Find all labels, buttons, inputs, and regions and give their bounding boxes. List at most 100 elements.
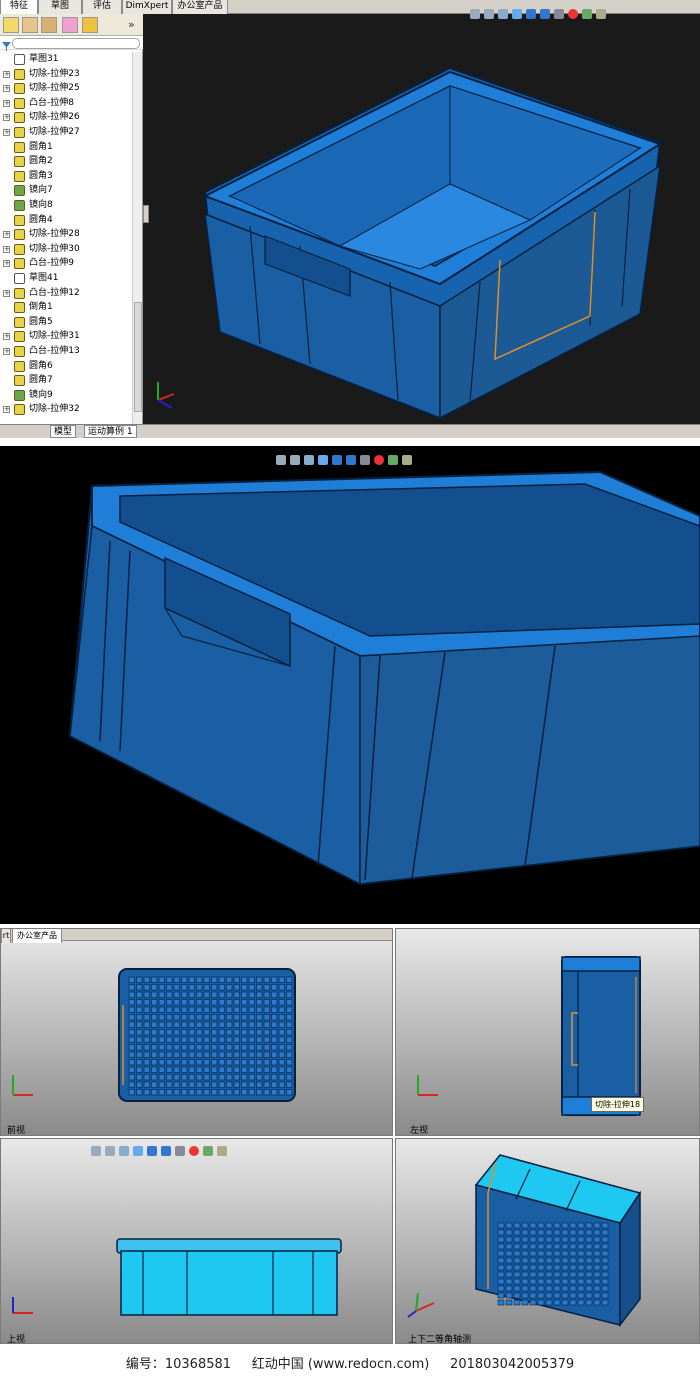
grid-cell: [585, 1250, 593, 1257]
tab-dimxpert-partial[interactable]: rt: [1, 929, 11, 943]
display-manager-icon[interactable]: [82, 17, 98, 33]
expand-toggle-icon[interactable]: +: [3, 70, 10, 78]
tree-item[interactable]: + 切除-拉伸31: [0, 329, 132, 344]
grid-cell: [278, 991, 285, 998]
expand-toggle-icon[interactable]: +: [3, 129, 10, 136]
grid-cell: [537, 1299, 545, 1306]
expand-toggle-icon[interactable]: +: [3, 406, 10, 414]
tree-item[interactable]: + 切除-拉伸27: [0, 125, 132, 140]
display-style-icon[interactable]: [346, 455, 356, 465]
grid-cell: [128, 1051, 135, 1058]
grid-cell: [537, 1257, 545, 1264]
viewport-front[interactable]: rt 办公室产品 前视: [0, 928, 393, 1136]
grid-cell: [601, 1229, 609, 1236]
previous-view-icon[interactable]: [119, 1146, 129, 1156]
grid-cell: [128, 999, 135, 1006]
tree-item[interactable]: + 切除-拉伸28: [0, 227, 132, 242]
view-orientation-icon[interactable]: [332, 455, 342, 465]
tab-office-products[interactable]: 办公室产品: [12, 929, 62, 943]
tree-item[interactable]: 镜向7: [0, 183, 132, 198]
tree-item[interactable]: 草图41: [0, 271, 132, 286]
tab-features[interactable]: 特征: [0, 0, 38, 14]
tab-sketch[interactable]: 草图: [38, 0, 82, 14]
section-view-icon[interactable]: [318, 455, 328, 465]
tree-item[interactable]: + 凸台-拉伸13: [0, 344, 132, 359]
scene-icon[interactable]: [203, 1146, 213, 1156]
tree-item[interactable]: + 凸台-拉伸9: [0, 256, 132, 271]
tree-item[interactable]: 镜向8: [0, 198, 132, 213]
configuration-manager-icon[interactable]: [41, 17, 57, 33]
hide-show-icon[interactable]: [175, 1146, 185, 1156]
viewport-top[interactable]: 上视: [0, 1138, 393, 1344]
view-settings-icon[interactable]: [402, 455, 412, 465]
appearance-icon[interactable]: [189, 1146, 199, 1156]
expand-toggle-icon[interactable]: +: [3, 99, 10, 107]
view-orientation-icon[interactable]: [147, 1146, 157, 1156]
tab-office-products[interactable]: 办公室产品: [172, 0, 228, 14]
tab-model[interactable]: 模型: [50, 425, 77, 438]
cad-window-top: 特征 草图 评估 DimXpert 办公室产品 » 草图31 + 切除-拉伸23…: [0, 0, 700, 438]
tree-item[interactable]: 倒角1: [0, 300, 132, 315]
panel-splitter-handle[interactable]: [143, 205, 149, 223]
appearance-icon[interactable]: [374, 455, 384, 465]
tree-item[interactable]: 草图31: [0, 52, 132, 67]
grid-cell: [181, 1021, 188, 1028]
grid-cell: [256, 1044, 263, 1051]
tree-item[interactable]: + 切除-拉伸26: [0, 110, 132, 125]
grid-cell: [248, 1044, 255, 1051]
grid-cell: [521, 1222, 529, 1229]
previous-view-icon[interactable]: [304, 455, 314, 465]
scene-icon[interactable]: [388, 455, 398, 465]
zoom-area-icon[interactable]: [290, 455, 300, 465]
tree-item[interactable]: + 切除-拉伸30: [0, 242, 132, 257]
tree-item[interactable]: 圆角6: [0, 359, 132, 374]
zoom-area-icon[interactable]: [105, 1146, 115, 1156]
tree-item[interactable]: + 切除-拉伸25: [0, 81, 132, 96]
dimxpert-manager-icon[interactable]: [62, 17, 78, 33]
tab-dimxpert[interactable]: DimXpert: [122, 0, 172, 14]
expand-toggle-icon[interactable]: +: [3, 348, 10, 355]
expand-toggle-icon[interactable]: +: [3, 333, 10, 341]
grid-cell: [537, 1271, 545, 1278]
feature-manager-icon[interactable]: [3, 17, 19, 33]
tree-scrollbar[interactable]: [132, 52, 142, 424]
zoom-fit-icon[interactable]: [91, 1146, 101, 1156]
tree-item[interactable]: + 切除-拉伸32: [0, 402, 132, 417]
tab-motion-study[interactable]: 运动算例 1: [84, 425, 137, 438]
tree-item[interactable]: 圆角5: [0, 315, 132, 330]
zoom-fit-icon[interactable]: [276, 455, 286, 465]
hide-show-icon[interactable]: [360, 455, 370, 465]
expand-panel-icon[interactable]: »: [128, 18, 135, 31]
filter-input[interactable]: [12, 38, 140, 49]
tab-evaluate[interactable]: 评估: [82, 0, 122, 14]
grid-cell: [497, 1250, 505, 1257]
property-manager-icon[interactable]: [22, 17, 38, 33]
expand-toggle-icon[interactable]: +: [3, 245, 10, 253]
tree-scrollbar-thumb[interactable]: [134, 302, 142, 412]
display-style-icon[interactable]: [161, 1146, 171, 1156]
grid-cell: [593, 1285, 601, 1292]
grid-cell: [196, 984, 203, 991]
tree-item[interactable]: + 凸台-拉伸8: [0, 96, 132, 111]
tree-item[interactable]: + 切除-拉伸23: [0, 67, 132, 82]
tree-item[interactable]: 镜向9: [0, 388, 132, 403]
viewport-left[interactable]: 切除-拉伸18 左视: [395, 928, 700, 1136]
grid-cell: [196, 1074, 203, 1081]
viewport-iso[interactable]: 上下二等角轴测: [395, 1138, 700, 1344]
grid-cell: [158, 1089, 165, 1096]
expand-toggle-icon[interactable]: +: [3, 85, 10, 93]
view-settings-icon[interactable]: [217, 1146, 227, 1156]
tree-item[interactable]: 圆角7: [0, 373, 132, 388]
grid-cell: [166, 1036, 173, 1043]
tree-item[interactable]: 圆角4: [0, 213, 132, 228]
section-view-icon[interactable]: [133, 1146, 143, 1156]
tree-item[interactable]: 圆角2: [0, 154, 132, 169]
expand-toggle-icon[interactable]: +: [3, 260, 10, 268]
tree-item[interactable]: 圆角1: [0, 140, 132, 155]
tree-item[interactable]: 圆角3: [0, 169, 132, 184]
tree-item[interactable]: + 凸台-拉伸12: [0, 286, 132, 301]
expand-toggle-icon[interactable]: +: [3, 289, 10, 297]
filter-icon[interactable]: [2, 37, 11, 51]
expand-toggle-icon[interactable]: +: [3, 114, 10, 122]
expand-toggle-icon[interactable]: +: [3, 231, 10, 239]
